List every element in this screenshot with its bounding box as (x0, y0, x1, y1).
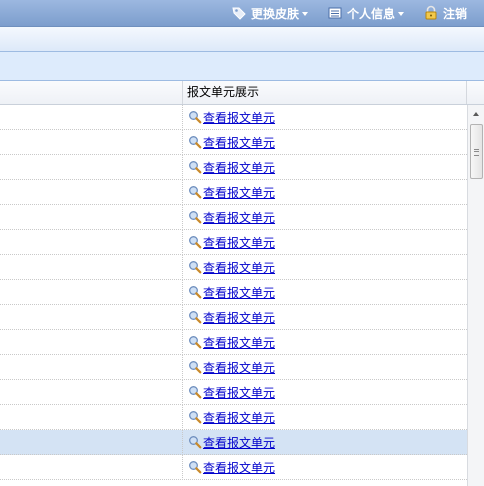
filter-band (0, 52, 484, 81)
cell-divider (182, 430, 183, 455)
view-message-unit-link-text[interactable]: 查看报文单元 (203, 334, 275, 351)
skin-menu[interactable]: 更换皮肤 (231, 0, 309, 26)
view-message-unit-link[interactable]: 查看报文单元 (188, 180, 275, 204)
view-message-unit-link[interactable]: 查看报文单元 (188, 280, 275, 304)
view-message-unit-link[interactable]: 查看报文单元 (188, 455, 275, 479)
magnifier-icon (189, 461, 202, 474)
profile-menu-label: 个人信息 (347, 6, 396, 21)
magnifier-icon (189, 136, 202, 149)
card-icon (328, 7, 342, 19)
table-row[interactable]: 查看报文单元 (0, 455, 467, 480)
grid-body: 查看报文单元 查看报文单元 查看报文单元 查看报文单元 查看报文单元 查看报文单元 查看报文… (0, 105, 467, 486)
view-message-unit-link[interactable]: 查看报文单元 (188, 355, 275, 379)
table-row[interactable]: 查看报文单元 (0, 205, 467, 230)
table-row[interactable]: 查看报文单元 (0, 405, 467, 430)
view-message-unit-link[interactable]: 查看报文单元 (188, 430, 275, 454)
table-row[interactable]: 查看报文单元 (0, 130, 467, 155)
cell-divider (182, 130, 183, 155)
table-row[interactable]: 查看报文单元 (0, 155, 467, 180)
scrollbar-thumb[interactable] (470, 124, 483, 179)
view-message-unit-link-text[interactable]: 查看报文单元 (203, 384, 275, 401)
logout-button[interactable]: 注销 (423, 0, 467, 26)
magnifier-icon (189, 261, 202, 274)
magnifier-icon (189, 336, 202, 349)
magnifier-icon (189, 111, 202, 124)
magnifier-icon (189, 361, 202, 374)
view-message-unit-link-text[interactable]: 查看报文单元 (203, 109, 275, 126)
logout-label: 注销 (443, 6, 468, 21)
cell-divider (182, 105, 183, 130)
table-row[interactable]: 查看报文单元 (0, 230, 467, 255)
vertical-scrollbar[interactable] (467, 105, 484, 486)
view-message-unit-link-text[interactable]: 查看报文单元 (203, 359, 275, 376)
cell-divider (182, 180, 183, 205)
view-message-unit-link[interactable]: 查看报文单元 (188, 405, 275, 429)
magnifier-icon (189, 286, 202, 299)
magnifier-icon (189, 411, 202, 424)
view-message-unit-link[interactable]: 查看报文单元 (188, 205, 275, 229)
view-message-unit-link[interactable]: 查看报文单元 (188, 330, 275, 354)
magnifier-icon (189, 211, 202, 224)
table-row[interactable]: 查看报文单元 (0, 280, 467, 305)
table-row[interactable]: 查看报文单元 (0, 430, 467, 455)
view-message-unit-link-text[interactable]: 查看报文单元 (203, 234, 275, 251)
table-row[interactable]: 查看报文单元 (0, 105, 467, 130)
view-message-unit-link[interactable]: 查看报文单元 (188, 255, 275, 279)
grip-icon (474, 149, 479, 156)
cell-divider (182, 230, 183, 255)
top-bar: 更换皮肤 个人信息 注销 (0, 0, 484, 27)
view-message-unit-link[interactable]: 查看报文单元 (188, 230, 275, 254)
column-divider[interactable] (182, 81, 183, 104)
cell-divider (182, 280, 183, 305)
cell-divider (182, 355, 183, 380)
magnifier-icon (189, 161, 202, 174)
cell-divider (182, 155, 183, 180)
view-message-unit-link-text[interactable]: 查看报文单元 (203, 259, 275, 276)
view-message-unit-link-text[interactable]: 查看报文单元 (203, 434, 275, 451)
table-row[interactable]: 查看报文单元 (0, 255, 467, 280)
view-message-unit-link-text[interactable]: 查看报文单元 (203, 309, 275, 326)
cell-divider (182, 405, 183, 430)
table-row[interactable]: 查看报文单元 (0, 330, 467, 355)
view-message-unit-link[interactable]: 查看报文单元 (188, 130, 275, 154)
view-message-unit-link-text[interactable]: 查看报文单元 (203, 159, 275, 176)
table-row[interactable]: 查看报文单元 (0, 380, 467, 405)
view-message-unit-link-text[interactable]: 查看报文单元 (203, 459, 275, 476)
toolbar-band (0, 27, 484, 52)
cell-divider (182, 455, 183, 480)
magnifier-icon (189, 186, 202, 199)
profile-menu[interactable]: 个人信息 (327, 0, 405, 26)
table-row[interactable]: 查看报文单元 (0, 305, 467, 330)
view-message-unit-link-text[interactable]: 查看报文单元 (203, 134, 275, 151)
grid-header: 报文单元展示 (0, 81, 484, 105)
view-message-unit-link[interactable]: 查看报文单元 (188, 380, 275, 404)
magnifier-icon (189, 386, 202, 399)
view-message-unit-link[interactable]: 查看报文单元 (188, 105, 275, 129)
tag-icon (232, 7, 246, 20)
view-message-unit-link-text[interactable]: 查看报文单元 (203, 209, 275, 226)
cell-divider (182, 305, 183, 330)
table-row[interactable]: 查看报文单元 (0, 355, 467, 380)
view-message-unit-link-text[interactable]: 查看报文单元 (203, 184, 275, 201)
column-header-message-unit[interactable]: 报文单元展示 (187, 81, 259, 104)
chevron-down-icon (398, 11, 405, 16)
view-message-unit-link-text[interactable]: 查看报文单元 (203, 284, 275, 301)
table-row[interactable]: 查看报文单元 (0, 180, 467, 205)
skin-menu-label: 更换皮肤 (251, 6, 300, 21)
cell-divider (182, 205, 183, 230)
view-message-unit-link-text[interactable]: 查看报文单元 (203, 409, 275, 426)
cell-divider (182, 380, 183, 405)
magnifier-icon (189, 436, 202, 449)
view-message-unit-link[interactable]: 查看报文单元 (188, 305, 275, 329)
lock-icon (425, 5, 437, 20)
magnifier-icon (189, 311, 202, 324)
column-divider[interactable] (466, 81, 467, 104)
scroll-up-arrow-icon[interactable] (468, 105, 484, 122)
cell-divider (182, 255, 183, 280)
magnifier-icon (189, 236, 202, 249)
view-message-unit-link[interactable]: 查看报文单元 (188, 155, 275, 179)
cell-divider (182, 330, 183, 355)
chevron-down-icon (302, 11, 309, 16)
